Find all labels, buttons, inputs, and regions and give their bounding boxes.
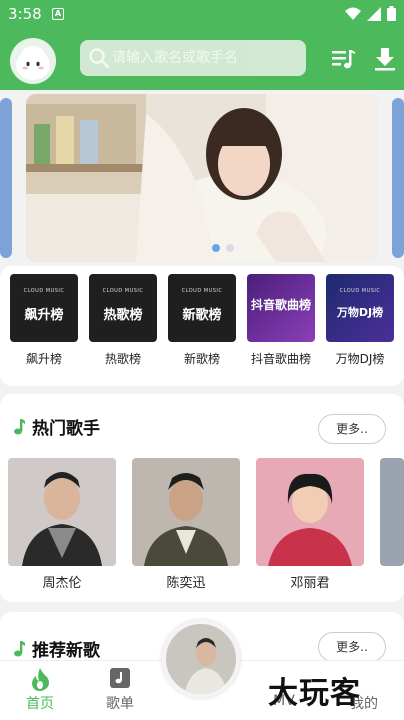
search-bar[interactable] (80, 40, 306, 76)
hot-singers-card: 热门歌手 更多.. 周杰伦 陈奕迅 邓丽君 (0, 394, 404, 602)
tab-home[interactable]: 首页 (10, 667, 70, 713)
rank-label: 新歌榜 (183, 352, 220, 366)
rank-cover-brand: CLOUD MUSIC (23, 288, 65, 294)
singer-item[interactable]: 周杰伦 (8, 458, 116, 591)
status-bar: 3:58 A (0, 0, 404, 30)
rank-item-soaring[interactable]: CLOUD MUSIC 飙升榜 飙升榜 (10, 274, 78, 367)
now-playing-disc[interactable] (162, 620, 240, 698)
tab-playlists[interactable]: 歌单 (90, 667, 150, 713)
rank-cover: CLOUD MUSIC 万物DJ榜 (326, 274, 394, 342)
rank-list-card: CLOUD MUSIC 飙升榜 飙升榜 CLOUD MUSIC 热歌榜 热歌榜 … (0, 266, 404, 386)
battery-icon (387, 6, 396, 21)
music-note-icon (14, 418, 25, 434)
notification-icon: A (52, 8, 64, 20)
rank-item-hot[interactable]: CLOUD MUSIC 热歌榜 热歌榜 (89, 274, 157, 367)
signal-icon (367, 6, 381, 21)
rank-cover-title: 飙升榜 (24, 308, 64, 323)
rank-item-douyin[interactable]: 抖音歌曲榜 抖音歌曲榜 (247, 274, 315, 367)
flame-icon (32, 668, 49, 691)
singer-photo (132, 458, 240, 566)
singer-photo (380, 458, 404, 566)
singer-photo (256, 458, 364, 566)
banner-pagination (212, 244, 234, 252)
rank-cover-brand: CLOUD MUSIC (339, 288, 381, 294)
album-icon (110, 668, 130, 688)
rank-cover: CLOUD MUSIC 飙升榜 (10, 274, 78, 342)
rank-cover-title: 新歌榜 (182, 308, 222, 323)
tab-label: 歌单 (106, 696, 134, 712)
singer-name: 周杰伦 (42, 576, 82, 591)
more-songs-button[interactable]: 更多.. (318, 632, 386, 662)
album-cover (166, 624, 236, 694)
rank-cover: 抖音歌曲榜 (247, 274, 315, 342)
watermark-text: 大玩客 (268, 676, 361, 711)
banner-dot[interactable] (226, 244, 234, 252)
section-title: 推荐新歌 (32, 641, 100, 661)
rank-item-dj[interactable]: CLOUD MUSIC 万物DJ榜 万物DJ榜 (326, 274, 394, 367)
tab-label: 首页 (26, 696, 54, 712)
new-songs-header: 推荐新歌 (12, 636, 100, 661)
playlist-icon[interactable] (330, 46, 356, 72)
system-icons (345, 6, 396, 21)
download-icon[interactable] (372, 46, 398, 72)
rank-label: 万物DJ榜 (335, 352, 385, 366)
app-logo[interactable] (10, 38, 56, 84)
rank-label: 飙升榜 (25, 352, 62, 366)
singer-item[interactable]: 邓丽君 (256, 458, 364, 591)
rank-cover-brand: CLOUD MUSIC (181, 288, 223, 294)
wifi-icon (345, 7, 361, 20)
music-note-icon (14, 640, 25, 656)
singer-photo (8, 458, 116, 566)
singer-name: 陈奕迅 (166, 576, 206, 591)
rank-cover: CLOUD MUSIC 热歌榜 (89, 274, 157, 342)
banner-slide[interactable] (26, 94, 378, 262)
ghost-logo-icon (16, 46, 50, 80)
singer-item-peek[interactable] (380, 458, 404, 566)
banner-image (26, 94, 378, 262)
banner-dot-active[interactable] (212, 244, 220, 252)
rank-label: 热歌榜 (104, 352, 141, 366)
singer-item[interactable]: 陈奕迅 (132, 458, 240, 591)
section-title: 热门歌手 (32, 419, 100, 439)
rank-cover-title: 万物DJ榜 (336, 306, 384, 319)
rank-cover-brand: CLOUD MUSIC (102, 288, 144, 294)
rank-label: 抖音歌曲榜 (250, 352, 311, 366)
banner-next-peek[interactable] (392, 98, 404, 258)
hot-singers-header: 热门歌手 (12, 414, 100, 439)
singer-name: 邓丽君 (290, 576, 330, 591)
more-singers-button[interactable]: 更多.. (318, 414, 386, 444)
rank-cover: CLOUD MUSIC 新歌榜 (168, 274, 236, 342)
search-icon (89, 48, 110, 69)
banner-carousel[interactable] (0, 90, 404, 266)
banner-prev-peek[interactable] (0, 98, 12, 258)
rank-cover-title: 热歌榜 (103, 308, 143, 323)
status-time: 3:58 (8, 5, 42, 23)
search-input[interactable] (112, 40, 302, 76)
rank-item-new[interactable]: CLOUD MUSIC 新歌榜 新歌榜 (168, 274, 236, 367)
rank-cover-title: 抖音歌曲榜 (250, 298, 311, 312)
top-bar (0, 30, 404, 90)
